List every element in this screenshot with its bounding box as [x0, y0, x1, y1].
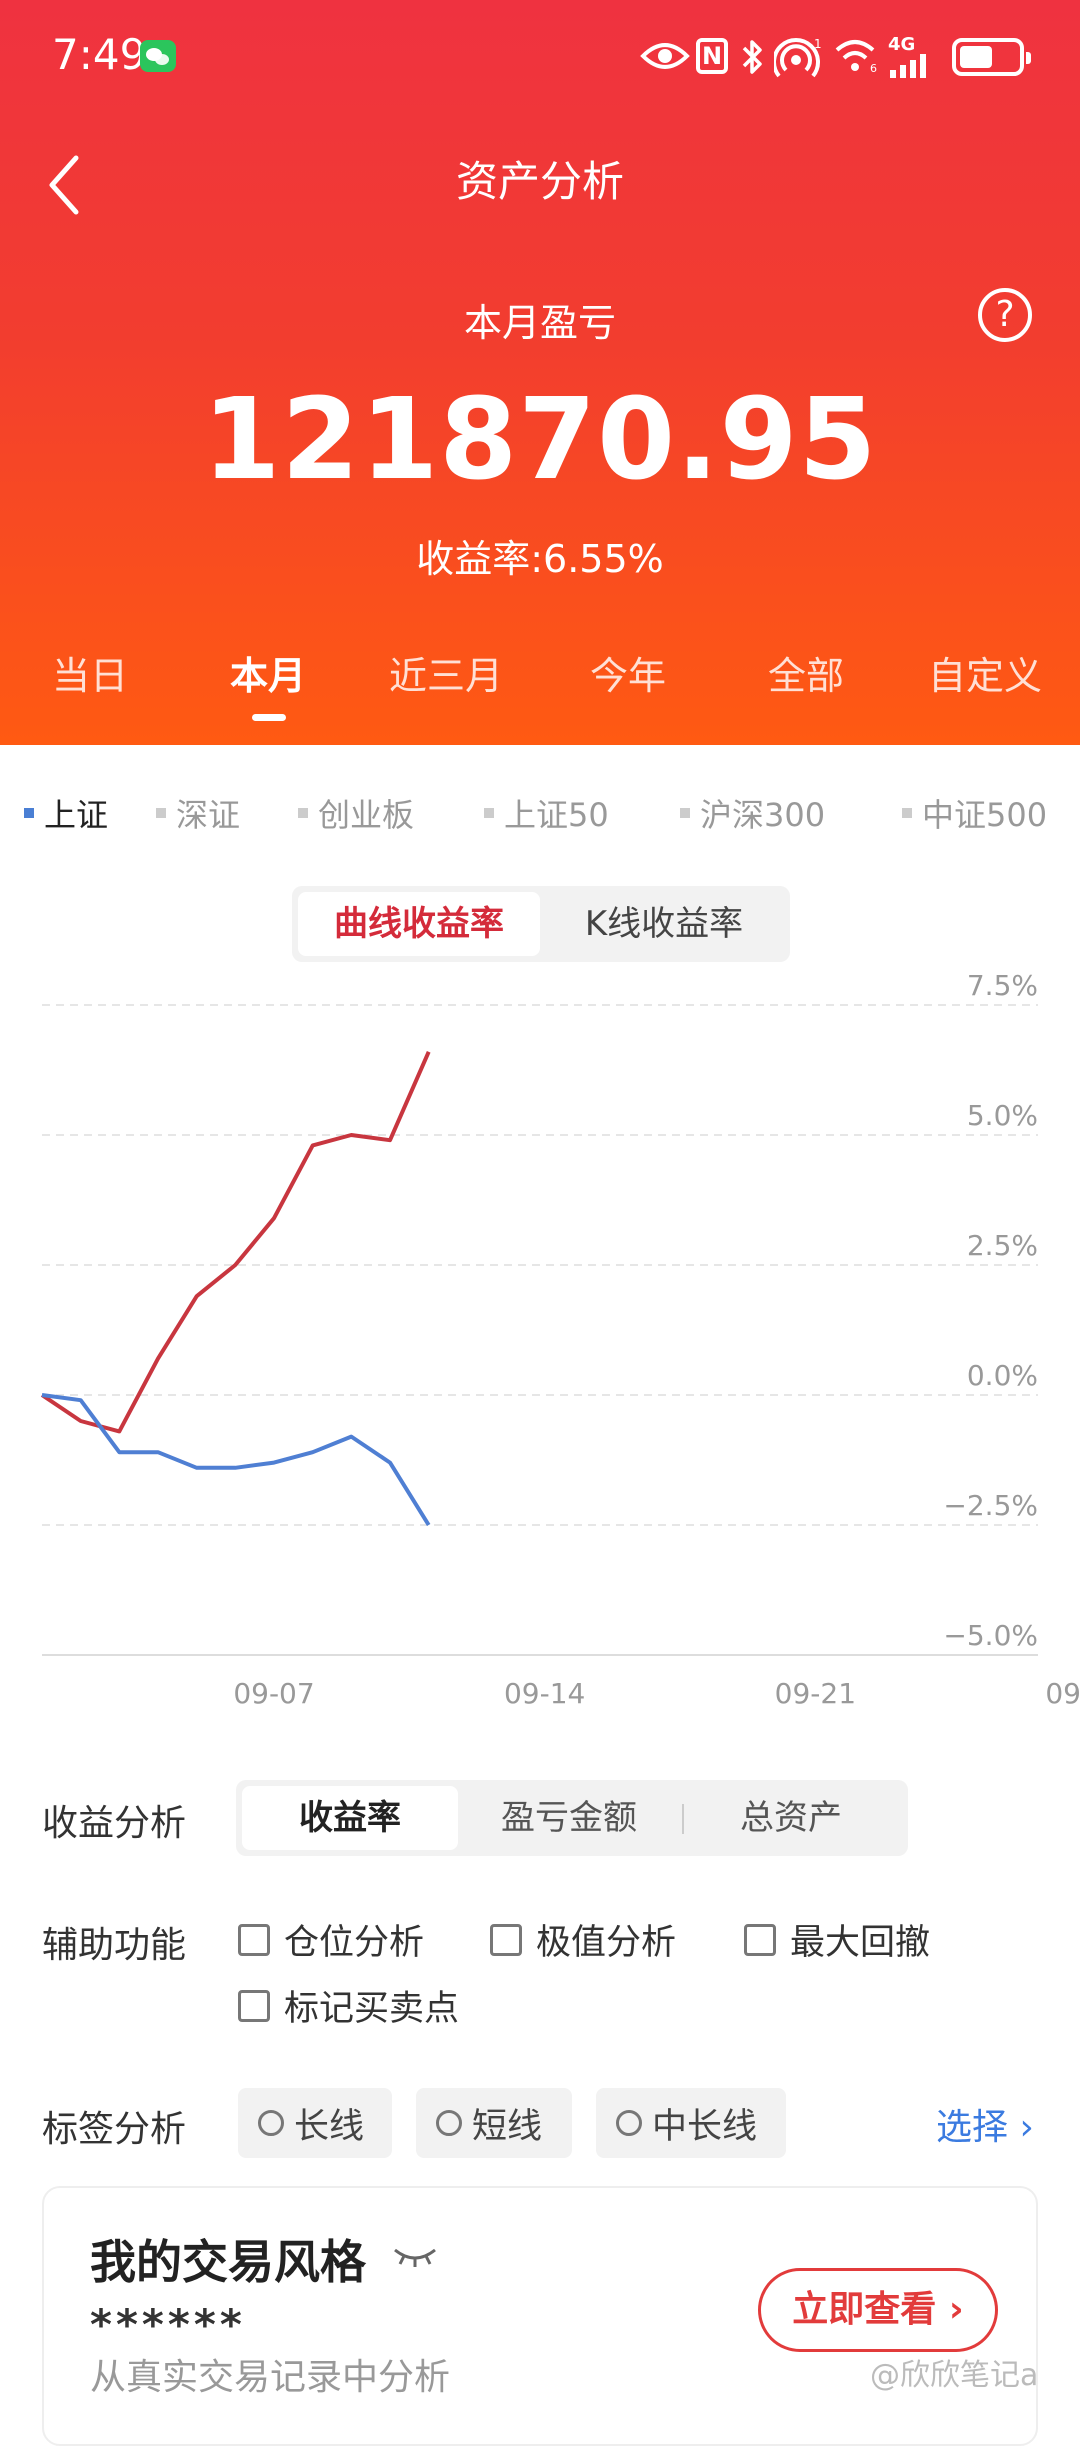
- max-drawdown-checkbox[interactable]: 最大回撤: [744, 1914, 930, 1965]
- tab-this-year[interactable]: 今年: [538, 645, 718, 700]
- index-label: 上证: [44, 796, 109, 834]
- x-tick-label: 09-21: [775, 1677, 856, 1710]
- card-subtitle: 从真实交易记录中分析: [90, 2357, 451, 2398]
- hotspot-icon: 1: [774, 37, 822, 78]
- summary-label: 本月盈亏: [463, 301, 616, 345]
- index-selector: 上证 深证 创业板 上证50 沪深300 中证500: [0, 790, 1080, 834]
- select-label: 选择: [936, 2107, 1009, 2148]
- y-tick-label: 0.0%: [967, 1359, 1038, 1392]
- kline-return-tab[interactable]: K线收益率: [544, 892, 784, 956]
- total-assets-tab[interactable]: 总资产: [680, 1786, 902, 1850]
- eye-closed-icon[interactable]: [392, 2244, 438, 2268]
- card-title: 我的交易风格: [90, 2235, 366, 2289]
- status-time: 7:49: [52, 30, 147, 79]
- index-label: 创业板: [318, 796, 415, 834]
- period-tabs: 当日 本月 近三月 今年 全部 自定义: [0, 645, 1080, 705]
- tab-indicator: [252, 714, 286, 721]
- series-line-portfolio: [40, 1050, 431, 1434]
- chevron-right-icon: ›: [1019, 2107, 1034, 2148]
- view-now-label: 立即查看: [792, 2289, 937, 2330]
- index-csi500[interactable]: 中证500: [902, 790, 1047, 836]
- tag-mid-long[interactable]: 中长线: [596, 2088, 786, 2158]
- checkbox-label: 最大回撤: [790, 1923, 931, 1963]
- signal-icon: [890, 54, 926, 78]
- analysis-segment: 收益率 盈亏金额 总资产: [236, 1780, 908, 1856]
- index-label: 上证50: [504, 796, 609, 834]
- page-title: 资产分析: [455, 157, 624, 206]
- summary-amount: 121870.95: [202, 375, 878, 505]
- position-analysis-checkbox[interactable]: 仓位分析: [238, 1914, 424, 1965]
- y-tick-label: 2.5%: [967, 1229, 1038, 1262]
- tag-short[interactable]: 短线: [416, 2088, 572, 2158]
- index-label: 中证500: [922, 796, 1048, 834]
- analysis-label: 收益分析: [42, 1803, 187, 1844]
- trading-style-card: 我的交易风格 ****** 从真实交易记录中分析 立即查看 ›: [42, 2186, 1038, 2446]
- header-panel: 7:49 N 1 6 4G 资产分析 ? 本月盈亏 121870.95 收益率:…: [0, 0, 1080, 745]
- tab-this-month[interactable]: 本月: [178, 645, 358, 700]
- x-tick-label: 09-14: [504, 1677, 585, 1710]
- masked-style-value: ******: [90, 2300, 246, 2349]
- tag-pill-label: 长线: [294, 2106, 365, 2147]
- pnl-amount-tab[interactable]: 盈亏金额: [462, 1786, 676, 1850]
- wifi-icon: 6: [835, 40, 877, 75]
- extreme-analysis-checkbox[interactable]: 极值分析: [490, 1914, 676, 1965]
- tag-label: 标签分析: [42, 2109, 187, 2150]
- index-chinext[interactable]: 创业板: [298, 790, 414, 836]
- index-label: 深证: [176, 796, 241, 834]
- status-bar: 7:49 N 1 6 4G: [0, 0, 1080, 115]
- chevron-right-icon: ›: [948, 2289, 964, 2330]
- y-tick-label: −2.5%: [943, 1489, 1038, 1522]
- index-csi300[interactable]: 沪深300: [680, 790, 825, 836]
- tag-pill-label: 中长线: [652, 2106, 758, 2147]
- tab-custom[interactable]: 自定义: [895, 645, 1075, 700]
- aux-label: 辅助功能: [42, 1925, 187, 1966]
- tag-pill-label: 短线: [472, 2106, 543, 2147]
- curve-return-tab[interactable]: 曲线收益率: [298, 892, 540, 956]
- tab-all[interactable]: 全部: [716, 645, 896, 700]
- return-rate-tab[interactable]: 收益率: [242, 1786, 458, 1850]
- tab-three-months[interactable]: 近三月: [356, 645, 536, 700]
- checkbox-label: 极值分析: [536, 1923, 677, 1963]
- nfc-icon: N: [696, 38, 728, 74]
- y-tick-label: −5.0%: [943, 1619, 1038, 1652]
- y-tick-label: 7.5%: [967, 969, 1038, 1002]
- view-now-button[interactable]: 立即查看 ›: [758, 2268, 998, 2352]
- tag-long[interactable]: 长线: [238, 2088, 392, 2158]
- x-tick-label: 09-07: [233, 1677, 314, 1710]
- series-line-index: [41, 1393, 431, 1527]
- checkbox-label: 标记买卖点: [284, 1989, 460, 2029]
- x-tick-label: 09-28: [1045, 1677, 1080, 1710]
- bluetooth-icon: [742, 40, 762, 74]
- battery-icon: [952, 38, 1031, 76]
- svg-text:1: 1: [814, 37, 822, 51]
- eye-status-icon: [640, 43, 690, 69]
- y-tick-label: 5.0%: [967, 1099, 1038, 1132]
- select-link[interactable]: 选择 ›: [936, 2098, 1034, 2150]
- svg-text:6: 6: [870, 62, 877, 75]
- index-sse50[interactable]: 上证50: [484, 790, 609, 836]
- checkbox-label: 仓位分析: [284, 1923, 425, 1963]
- return-chart: 7.5% 5.0% 2.5% 0.0% −2.5% −5.0% 09-07 09-14 09-2…: [40, 969, 1080, 1710]
- index-label: 沪深300: [700, 796, 826, 834]
- index-shenzhen[interactable]: 深证: [156, 790, 240, 836]
- watermark: @欣欣笔记a: [870, 2358, 1039, 2393]
- index-shanghai[interactable]: 上证: [24, 790, 108, 836]
- summary-rate: 收益率:6.55%: [416, 537, 664, 581]
- mark-trades-checkbox[interactable]: 标记买卖点: [238, 1980, 459, 2031]
- tab-today[interactable]: 当日: [0, 645, 180, 700]
- wechat-notification-icon: [140, 40, 176, 72]
